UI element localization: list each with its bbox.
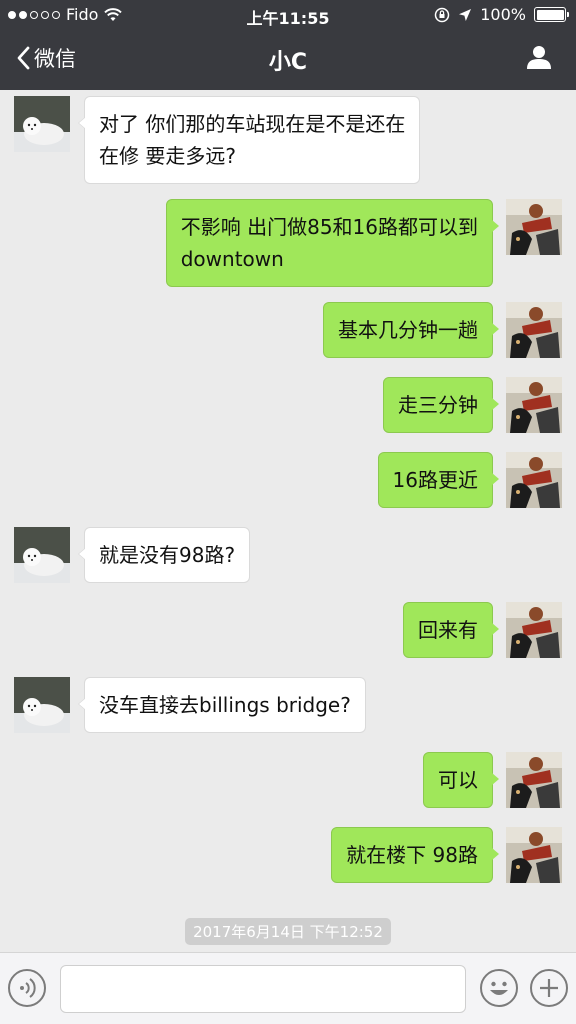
location-icon	[459, 8, 472, 21]
my-avatar[interactable]	[506, 827, 562, 883]
message-text-line: 就是没有98路?	[99, 543, 236, 567]
my-avatar[interactable]	[506, 452, 562, 508]
my-avatar[interactable]	[506, 602, 562, 658]
outgoing-message-bubble[interactable]: 不影响 出门做85和16路都可以到 downtown	[165, 199, 500, 287]
chat-timestamp: 2017年6月14日 下午12:52	[0, 918, 576, 945]
incoming-message-bubble[interactable]: 就是没有98路?	[77, 527, 251, 583]
message-text-line: downtown	[180, 247, 284, 271]
my-avatar[interactable]	[506, 199, 562, 255]
outgoing-message-bubble[interactable]: 基本几分钟一趟	[323, 302, 499, 358]
battery-icon	[534, 7, 569, 22]
outgoing-message-bubble[interactable]: 16路更近	[377, 452, 500, 508]
top-bar: Fido 上午11:55 100% 微信 小C	[0, 0, 576, 90]
message-text-line: 基本几分钟一趟	[338, 318, 478, 342]
status-bar: Fido 上午11:55 100%	[0, 0, 576, 30]
message-text-line: 走三分钟	[398, 393, 478, 417]
rotation-lock-icon	[435, 7, 450, 22]
message-input[interactable]	[60, 965, 466, 1013]
outgoing-message-bubble[interactable]: 就在楼下 98路	[331, 827, 499, 883]
message-text-line: 在修 要走多远?	[99, 144, 236, 168]
message-text-line: 16路更近	[392, 468, 478, 492]
plus-icon	[540, 979, 558, 997]
message-text-line: 不影响 出门做85和16路都可以到	[180, 215, 478, 239]
chat-info-button[interactable]	[526, 44, 552, 74]
outgoing-message-bubble[interactable]: 可以	[423, 752, 499, 808]
my-avatar[interactable]	[506, 377, 562, 433]
battery-fill	[536, 9, 564, 20]
chat-area[interactable]: 对了 你们那的车站现在是不是还在 在修 要走多远? 不影响 出门做85和16路都…	[0, 90, 576, 952]
outgoing-message-bubble[interactable]: 走三分钟	[383, 377, 499, 433]
message-text-line: 对了 你们那的车站现在是不是还在	[99, 112, 406, 136]
voice-button[interactable]	[8, 969, 46, 1007]
contact-avatar[interactable]	[14, 527, 70, 583]
timestamp-label: 2017年6月14日 下午12:52	[185, 918, 391, 945]
status-right: 100%	[434, 5, 569, 24]
my-avatar[interactable]	[506, 752, 562, 808]
outgoing-message-bubble[interactable]: 回来有	[403, 602, 499, 658]
message-text-line: 可以	[438, 768, 478, 792]
message-text-line: 回来有	[418, 618, 478, 642]
battery-percent: 100%	[480, 5, 526, 24]
message-text-line: 就在楼下 98路	[346, 843, 478, 867]
incoming-message-bubble[interactable]: 对了 你们那的车站现在是不是还在 在修 要走多远?	[77, 96, 421, 184]
input-bar	[0, 952, 576, 1024]
incoming-message-bubble[interactable]: 没车直接去billings bridge?	[78, 677, 366, 733]
voice-icon	[20, 978, 36, 998]
chat-title: 小C	[268, 50, 308, 75]
emoji-button[interactable]	[480, 969, 518, 1007]
more-button[interactable]	[530, 969, 568, 1007]
contact-avatar[interactable]	[14, 677, 70, 733]
my-avatar[interactable]	[506, 302, 562, 358]
person-icon	[527, 46, 551, 69]
emoji-icon	[490, 981, 508, 995]
contact-avatar[interactable]	[14, 96, 70, 152]
message-text-line: 没车直接去billings bridge?	[99, 693, 351, 717]
nav-bar: 微信 小C	[0, 30, 576, 90]
